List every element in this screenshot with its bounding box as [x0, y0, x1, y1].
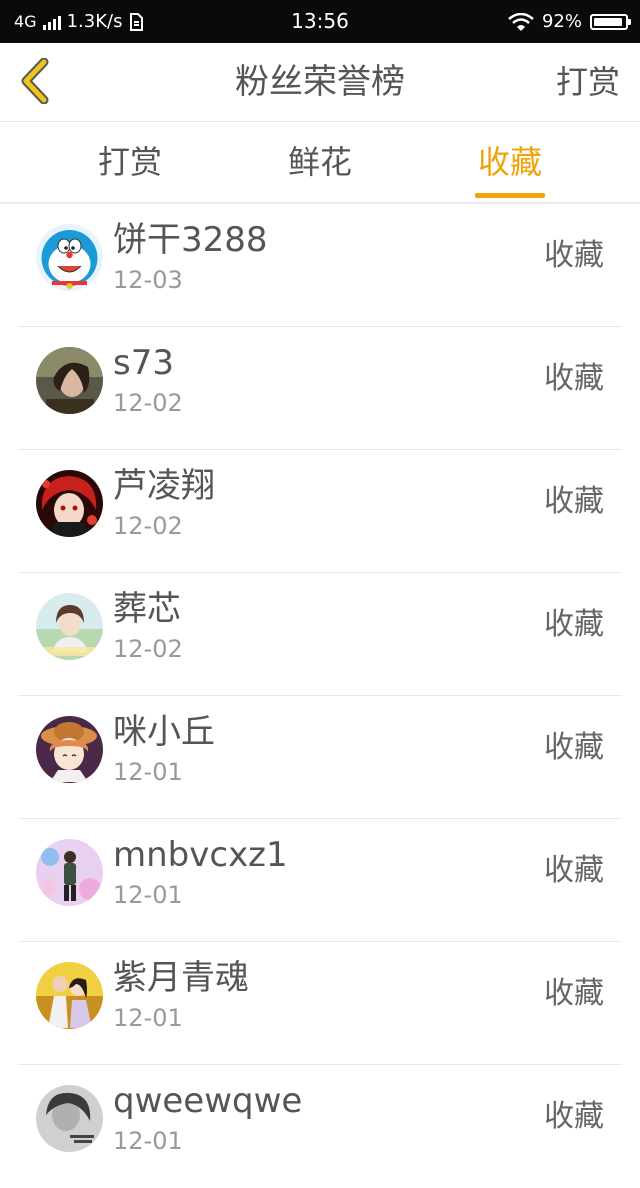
list-item[interactable]: 紫月青魂 12-01 收藏: [0, 942, 640, 1065]
list-item[interactable]: qweewqwe 12-01 收藏: [0, 1065, 640, 1188]
battery-percent: 92%: [541, 11, 582, 32]
user-name: mnbvcxz1: [113, 835, 288, 875]
battery-fill: [594, 17, 622, 26]
girl-avatar: [36, 593, 103, 660]
date-label: 12-02: [113, 635, 183, 663]
date-label: 12-01: [113, 1004, 183, 1032]
action-label: 收藏: [544, 607, 604, 642]
date-label: 12-03: [113, 266, 183, 294]
action-label: 收藏: [544, 976, 604, 1011]
date-label: 12-02: [113, 389, 183, 417]
wifi-icon: [508, 12, 534, 31]
battery-icon: [590, 13, 631, 30]
tab-reward[interactable]: 打赏: [80, 122, 180, 202]
user-name: 咪小丘: [113, 712, 215, 752]
date-label: 12-02: [113, 512, 183, 540]
reward-button[interactable]: 打赏: [556, 43, 620, 121]
action-label: 收藏: [544, 853, 604, 888]
list-item[interactable]: s73 12-02 收藏: [0, 327, 640, 450]
action-label: 收藏: [544, 1099, 604, 1134]
list-item[interactable]: 咪小丘 12-01 收藏: [0, 696, 640, 819]
user-name: 饼干3288: [113, 220, 268, 260]
action-label: 收藏: [544, 361, 604, 396]
anime-red-avatar: [36, 470, 103, 537]
date-label: 12-01: [113, 881, 183, 909]
couple-avatar: [36, 962, 103, 1029]
portrait-avatar: [36, 347, 103, 414]
user-name: 芦凌翔: [113, 466, 215, 506]
date-label: 12-01: [113, 758, 183, 786]
list-item[interactable]: mnbvcxz1 12-01 收藏: [0, 819, 640, 942]
action-label: 收藏: [544, 730, 604, 765]
tab-flowers[interactable]: 鲜花: [270, 122, 370, 202]
figure-avatar: [36, 839, 103, 906]
list-item[interactable]: 芦凌翔 12-02 收藏: [0, 450, 640, 573]
user-name: qweewqwe: [113, 1081, 303, 1121]
user-name: 紫月青魂: [113, 958, 249, 998]
grey-avatar: [36, 1085, 103, 1152]
action-label: 收藏: [544, 484, 604, 519]
tab-indicator: [475, 193, 545, 198]
tab-favorites[interactable]: 收藏: [460, 122, 560, 202]
page-title: 粉丝荣誉榜: [235, 62, 405, 102]
action-label: 收藏: [544, 238, 604, 273]
doraemon-avatar: [36, 224, 103, 291]
user-name: 葬芯: [113, 589, 181, 629]
status-bar: 4G 1.3K/s 13:56 92%: [0, 0, 640, 43]
tab-bar: 打赏 鲜花 收藏: [0, 122, 640, 204]
fan-list: 饼干3288 12-03 收藏 s73 12-02 收藏 芦凌翔 12-02 收…: [0, 204, 640, 1188]
status-right: 92%: [508, 8, 631, 35]
list-item[interactable]: 饼干3288 12-03 收藏: [0, 204, 640, 327]
date-label: 12-01: [113, 1127, 183, 1155]
anime-hat-avatar: [36, 716, 103, 783]
header: 粉丝荣誉榜 打赏: [0, 43, 640, 122]
list-item[interactable]: 葬芯 12-02 收藏: [0, 573, 640, 696]
user-name: s73: [113, 343, 174, 383]
